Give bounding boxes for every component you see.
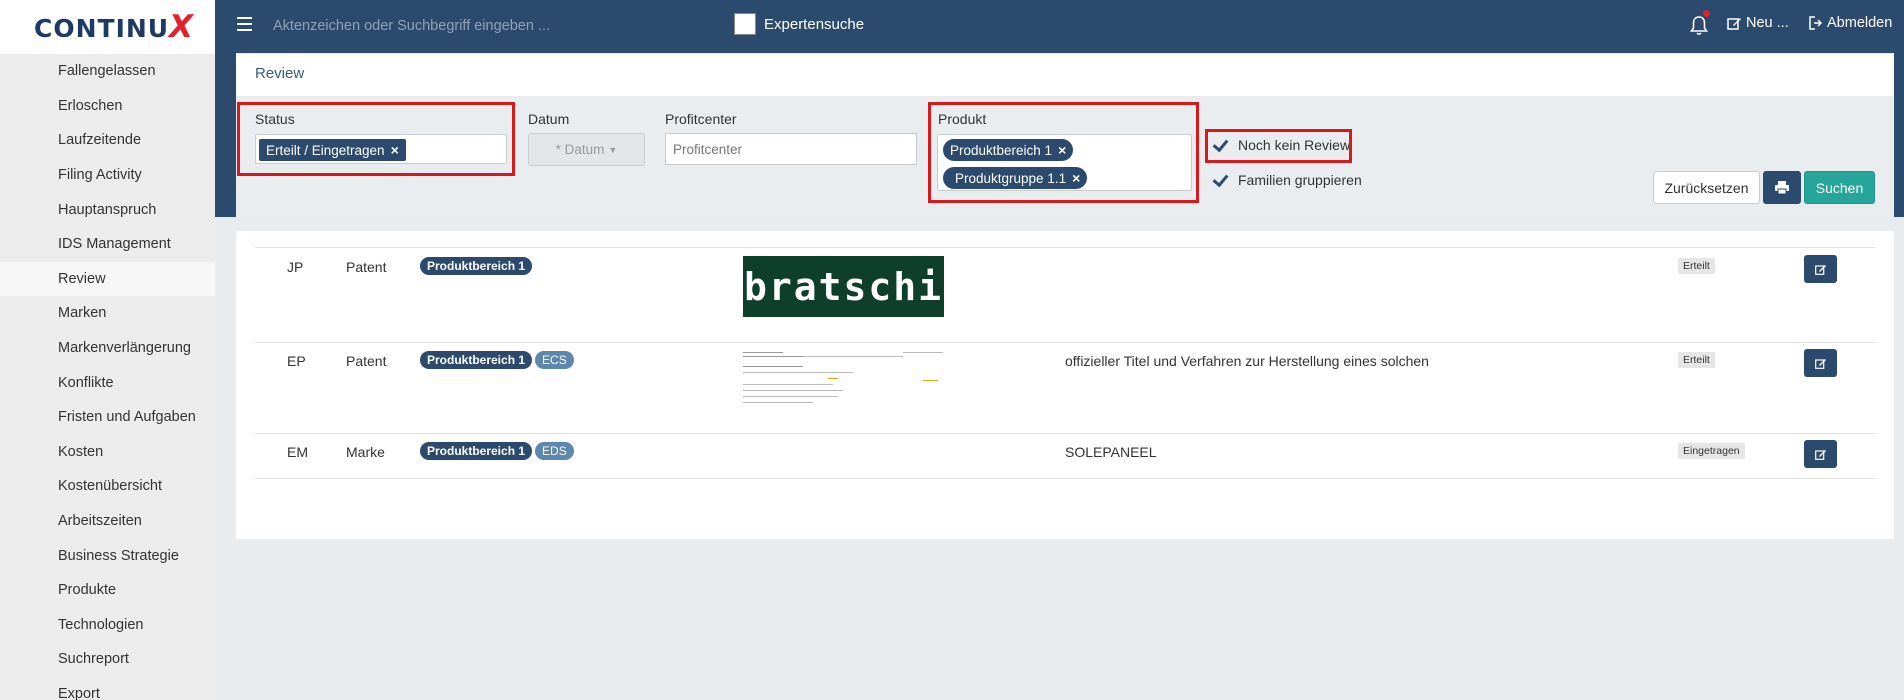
product-tag: Produktbereich 1 xyxy=(420,442,533,460)
table-bottom-border xyxy=(255,478,1875,479)
sidebar-item-fristen[interactable]: Fristen und Aufgaben xyxy=(0,400,215,435)
group-families-checkbox[interactable]: Familien gruppieren xyxy=(1212,172,1362,188)
title-cell: offizieller Titel und Verfahren zur Hers… xyxy=(1065,353,1429,369)
new-label: Neu ... xyxy=(1746,15,1789,31)
table-row[interactable]: JP Patent Produktbereich 1 bratschi Erte… xyxy=(255,247,1875,326)
table-row[interactable]: EM Marke Produktbereich 1 EDS SOLEPANEEL … xyxy=(255,433,1875,478)
bell-icon[interactable] xyxy=(1689,15,1709,37)
status-badge: Erteilt xyxy=(1678,258,1715,274)
sidebar-item-arbeitszeiten[interactable]: Arbeitszeiten xyxy=(0,504,215,539)
sidebar-item-export[interactable]: Export xyxy=(0,677,215,700)
edit-icon xyxy=(1814,264,1826,275)
technology-tag: ECS xyxy=(535,351,574,369)
expert-search-checkbox[interactable] xyxy=(734,13,756,35)
new-button[interactable]: Neu ... xyxy=(1727,15,1789,31)
search-input[interactable] xyxy=(273,12,673,40)
sidebar-item-business-strategie[interactable]: Business Strategie xyxy=(0,538,215,573)
type-cell: Patent xyxy=(346,259,387,275)
notification-dot xyxy=(1703,10,1710,17)
profitcenter-label: Profitcenter xyxy=(665,111,737,127)
edit-button[interactable] xyxy=(1804,349,1837,377)
sidebar-item-erloschen[interactable]: Erloschen xyxy=(0,89,215,124)
image-thumbnail[interactable]: bratschi xyxy=(743,256,944,317)
sidebar-item-produkte[interactable]: Produkte xyxy=(0,573,215,608)
check-icon xyxy=(1212,172,1228,188)
document-thumbnail[interactable] xyxy=(743,350,944,410)
edit-icon xyxy=(1727,18,1741,30)
logout-icon xyxy=(1809,16,1823,30)
highlight-produkt xyxy=(928,102,1199,203)
status-badge: Eingetragen xyxy=(1678,443,1745,459)
datum-dropdown-label: * Datum xyxy=(555,142,605,157)
country-cell: EM xyxy=(287,444,308,460)
datum-label: Datum xyxy=(528,111,570,127)
sidebar: CONTINUX Fallengelassen Erloschen Laufze… xyxy=(0,0,215,700)
table-row[interactable]: EP Patent Produktbereich 1 ECS offizielle… xyxy=(255,342,1875,419)
print-icon xyxy=(1775,181,1789,194)
technology-tag: EDS xyxy=(535,442,574,460)
logout-label: Abmelden xyxy=(1827,15,1893,31)
product-tag: Produktbereich 1 xyxy=(420,351,533,369)
sidebar-item-markenverlaengerung[interactable]: Markenverlängerung xyxy=(0,331,215,366)
tags-cell: Produktbereich 1 xyxy=(420,257,535,275)
thumbnail-logo-text: bratschi xyxy=(743,264,944,309)
sidebar-item-technologien[interactable]: Technologien xyxy=(0,608,215,643)
highlight-status xyxy=(237,102,515,176)
country-cell: EP xyxy=(287,353,306,369)
logo-text: CONTINUX xyxy=(34,9,195,45)
sidebar-item-laufzeitende[interactable]: Laufzeitende xyxy=(0,123,215,158)
logo[interactable]: CONTINUX xyxy=(0,0,215,54)
datum-dropdown[interactable]: * Datum ▼ xyxy=(528,133,645,166)
product-tag: Produktbereich 1 xyxy=(420,257,533,275)
sidebar-item-kosten[interactable]: Kosten xyxy=(0,435,215,470)
status-badge: Erteilt xyxy=(1678,352,1715,368)
menu-icon[interactable] xyxy=(237,17,252,31)
sidebar-item-review[interactable]: Review xyxy=(0,261,215,297)
edit-button[interactable] xyxy=(1804,255,1837,283)
header-band-left xyxy=(215,53,236,217)
type-cell: Marke xyxy=(346,444,385,460)
sidebar-nav: Fallengelassen Erloschen Laufzeitende Fi… xyxy=(0,54,215,700)
page-title: Review xyxy=(236,54,1894,96)
highlight-no-review xyxy=(1205,129,1352,163)
sidebar-item-filing-activity[interactable]: Filing Activity xyxy=(0,158,215,193)
reset-button[interactable]: Zurücksetzen xyxy=(1653,171,1760,204)
tags-cell: Produktbereich 1 EDS xyxy=(420,442,577,460)
title-cell: SOLEPANEEL xyxy=(1065,444,1157,460)
search-button[interactable]: Suchen xyxy=(1804,171,1875,204)
country-cell: JP xyxy=(287,259,304,275)
profitcenter-input[interactable] xyxy=(665,133,917,165)
sidebar-item-konflikte[interactable]: Konflikte xyxy=(0,365,215,400)
results-table: JP Patent Produktbereich 1 bratschi Erte… xyxy=(236,231,1894,539)
header-band-right xyxy=(1894,53,1904,217)
topbar: Expertensuche Neu ... Abmelden xyxy=(215,0,1904,53)
edit-icon xyxy=(1814,358,1826,369)
sidebar-item-ids-management[interactable]: IDS Management xyxy=(0,227,215,262)
caret-down-icon: ▼ xyxy=(608,144,618,155)
sidebar-item-suchreport[interactable]: Suchreport xyxy=(0,642,215,677)
logout-button[interactable]: Abmelden xyxy=(1809,15,1892,31)
sidebar-item-hauptanspruch[interactable]: Hauptanspruch xyxy=(0,192,215,227)
expert-search-toggle[interactable]: Expertensuche xyxy=(734,13,864,35)
expert-search-label: Expertensuche xyxy=(764,15,865,33)
type-cell: Patent xyxy=(346,353,387,369)
edit-button[interactable] xyxy=(1804,440,1837,468)
sidebar-item-kostenuebersicht[interactable]: Kostenübersicht xyxy=(0,469,215,504)
group-families-label: Familien gruppieren xyxy=(1238,172,1362,188)
edit-icon xyxy=(1814,449,1826,460)
print-button[interactable] xyxy=(1763,171,1801,204)
tags-cell: Produktbereich 1 ECS xyxy=(420,351,577,369)
sidebar-item-fallengelassen[interactable]: Fallengelassen xyxy=(0,54,215,89)
sidebar-item-marken[interactable]: Marken xyxy=(0,296,215,331)
